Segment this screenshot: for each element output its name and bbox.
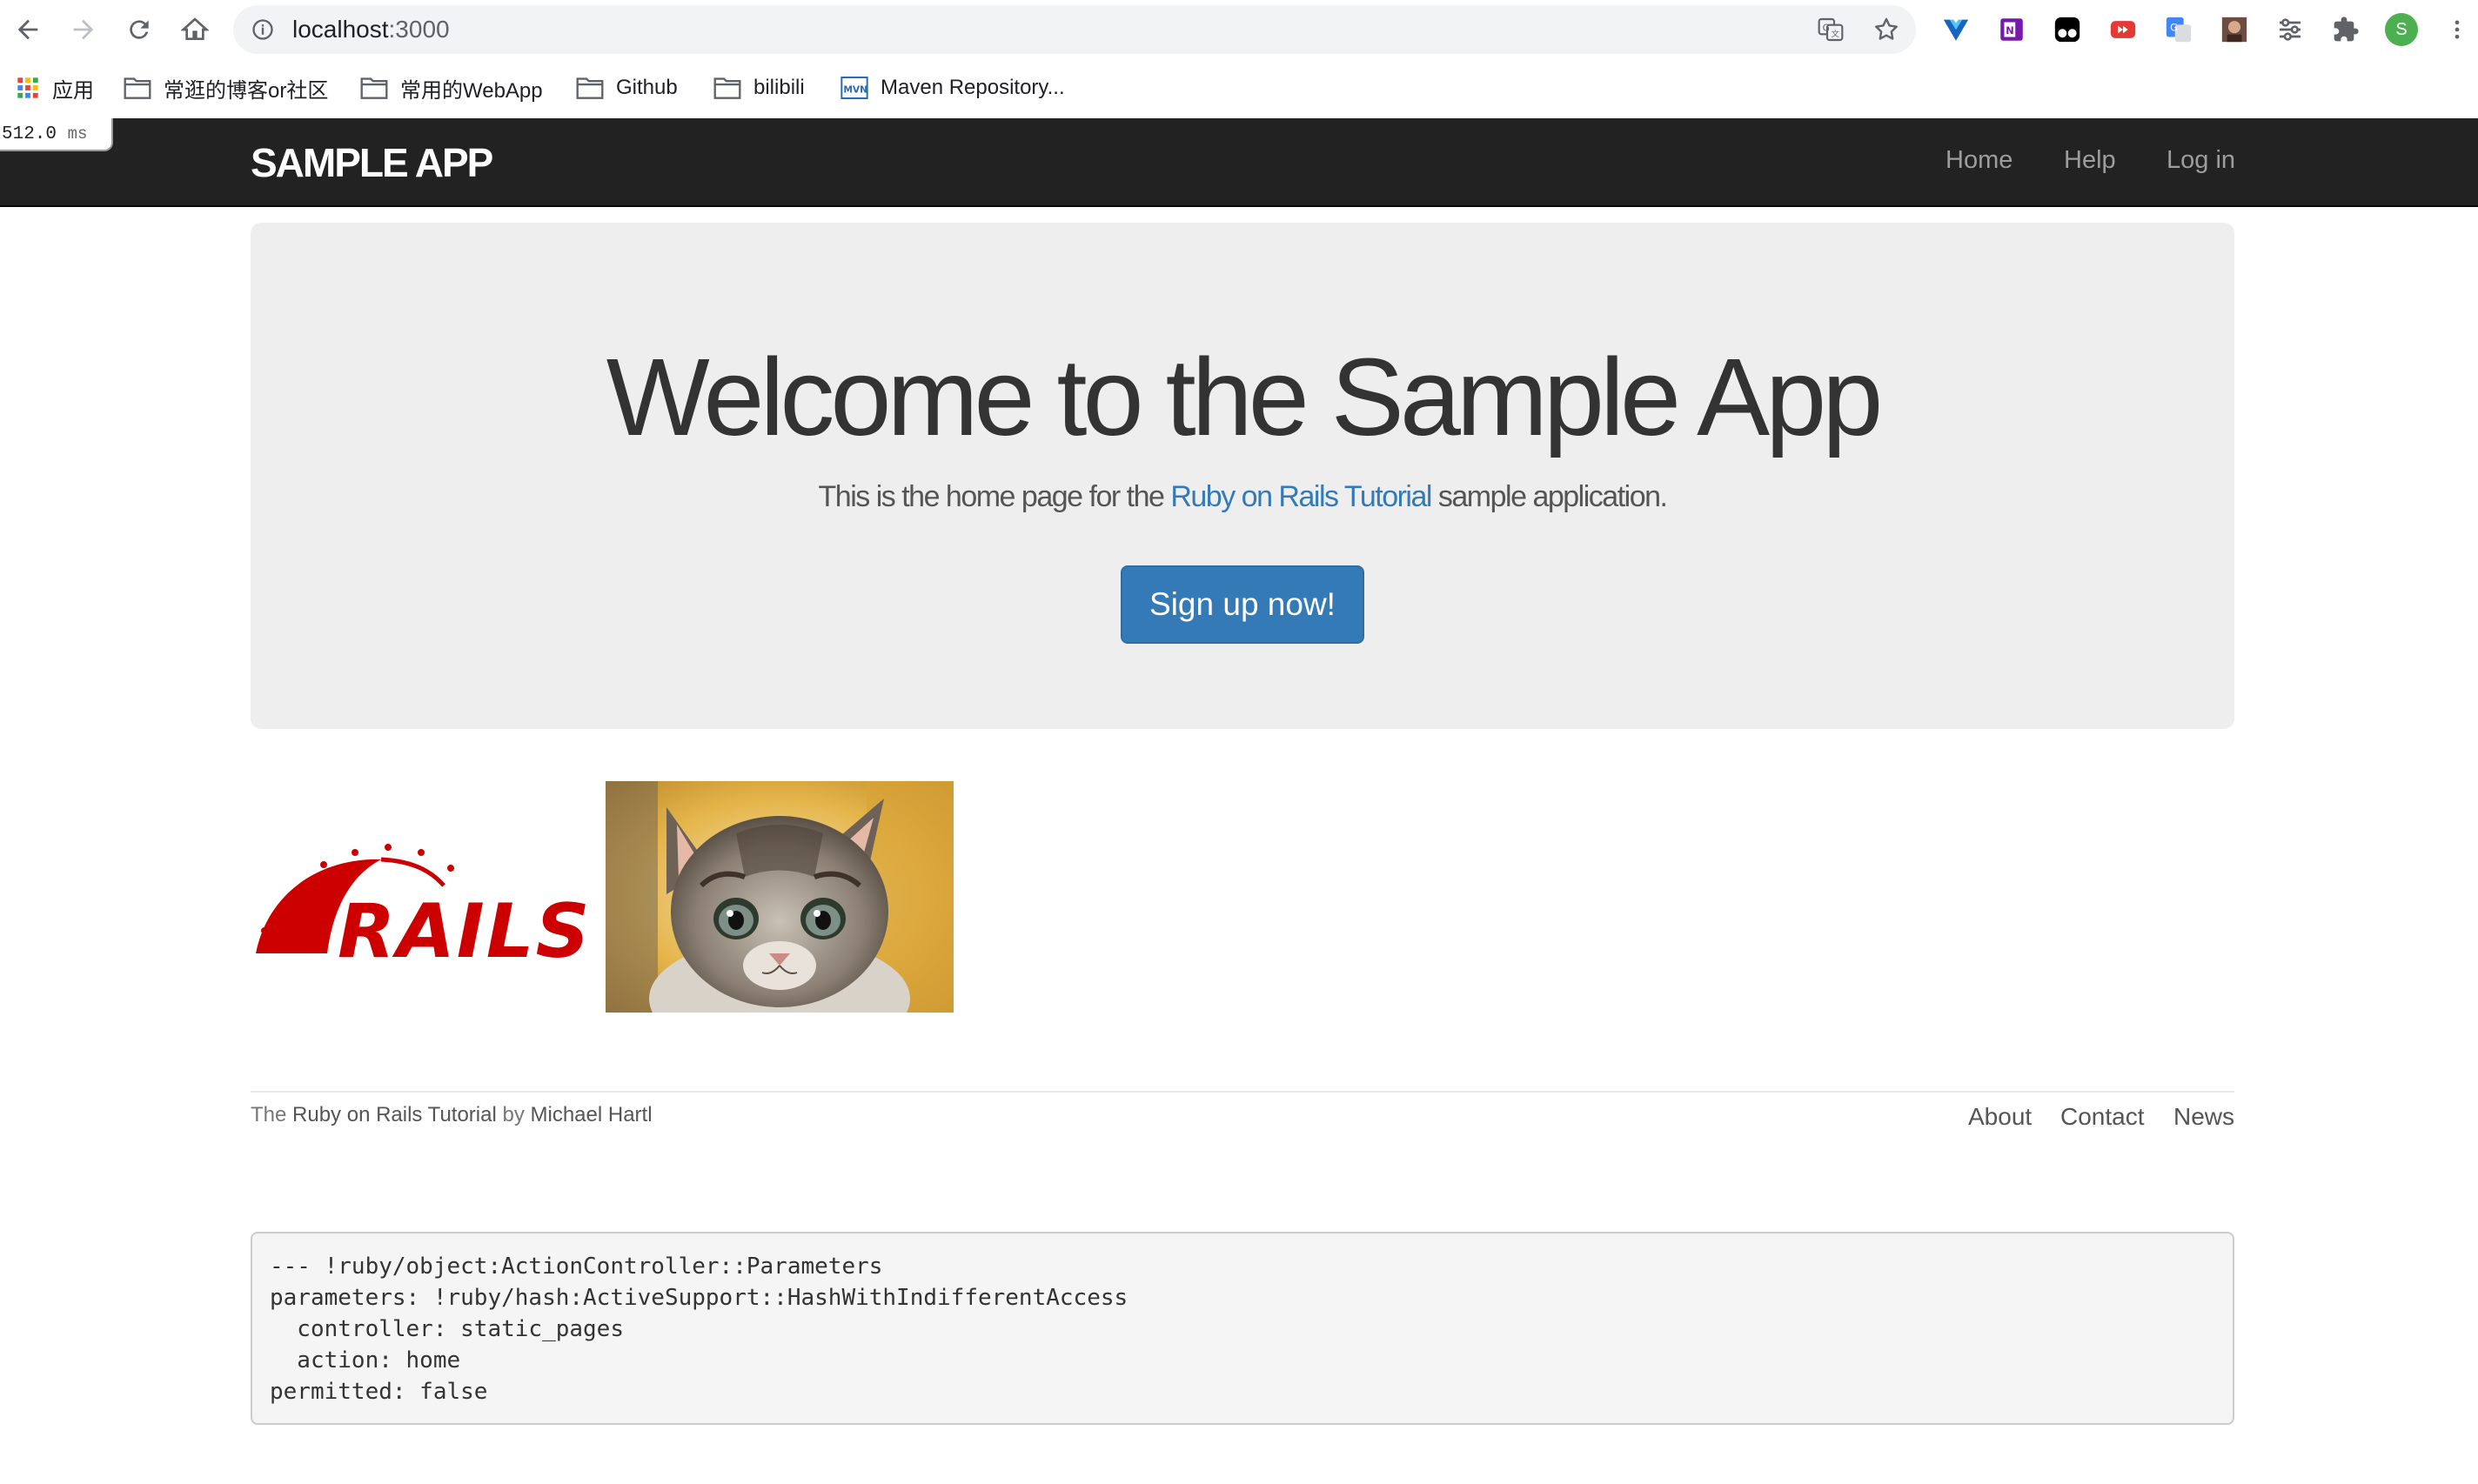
nav-help[interactable]: Help [2064, 146, 2116, 175]
bookmark-label: 应用 [52, 78, 94, 103]
footer-text-the: The [251, 1103, 293, 1126]
folder-icon [360, 77, 388, 99]
page-title: Welcome to the Sample App [606, 336, 1884, 458]
render-timer-badge: 512.0 ms [0, 118, 113, 151]
subtitle-text-after: sample application. [1430, 480, 1668, 513]
svg-text:N: N [2006, 24, 2013, 37]
url-host: localhost [292, 16, 389, 43]
svg-text:文: 文 [1832, 29, 1839, 39]
apps-grid-icon [16, 76, 40, 100]
maven-icon: MVN [841, 76, 868, 100]
bookmark-folder-github[interactable]: Github [576, 73, 678, 103]
debug-line: controller: static_pages [270, 1316, 624, 1342]
onenote-extension-icon[interactable]: N [1994, 12, 2029, 47]
google-translate-extension-icon[interactable]: G [2161, 12, 2196, 47]
svg-text:G: G [2170, 21, 2178, 33]
menu-kebab-icon[interactable] [2440, 12, 2475, 47]
bookmark-maven-repository[interactable]: MVN Maven Repository... [841, 73, 1065, 103]
site-info-icon[interactable] [251, 17, 275, 46]
url-text: localhost:3000 [292, 16, 450, 43]
nav-home[interactable]: Home [1946, 146, 2013, 175]
extensions-puzzle-icon[interactable] [2328, 12, 2363, 47]
timer-unit: ms [67, 124, 88, 144]
reload-icon[interactable] [118, 9, 160, 50]
rails-wordmark: RAILS [338, 888, 592, 962]
profile-initial: S [2385, 13, 2418, 46]
debug-line: permitted: false [270, 1379, 488, 1405]
bookmark-folder-webapp[interactable]: 常用的WebApp [360, 73, 543, 103]
app-navbar: SAMPLE APP Home Help Log in [0, 118, 2478, 207]
bookmarks-bar: 应用 常逛的博客or社区 常用的WebApp Github bilibili M… [0, 59, 2478, 117]
bookmark-label: 常用的WebApp [400, 78, 543, 103]
footer-news-link[interactable]: News [2173, 1103, 2234, 1131]
bookmark-label: bilibili [753, 76, 805, 99]
footer-author-link[interactable]: Michael Hartl [531, 1103, 653, 1126]
hero-subtitle: This is the home page for the Ruby on Ra… [251, 480, 2234, 514]
footer-contact-link[interactable]: Contact [2060, 1103, 2145, 1131]
url-port: :3000 [388, 16, 450, 43]
bookmark-label: Maven Repository... [881, 76, 1065, 99]
svg-text:G: G [1823, 22, 1830, 33]
footer-about-link[interactable]: About [1968, 1103, 2032, 1131]
back-arrow-icon[interactable] [7, 9, 49, 50]
app-logo[interactable]: SAMPLE APP [251, 139, 493, 186]
footer-credits: The Ruby on Rails Tutorial by Michael Ha… [251, 1103, 653, 1127]
jumbotron: Welcome to the Sample App This is the ho… [251, 223, 2234, 729]
translate-icon[interactable]: G文 [1817, 16, 1845, 48]
bookmark-label: Github [616, 76, 678, 99]
avatar-extension-icon[interactable] [2217, 12, 2252, 47]
vue-devtools-extension-icon[interactable] [1939, 12, 1973, 47]
kitten-image[interactable] [606, 781, 954, 1013]
debug-line: action: home [270, 1347, 461, 1374]
footer-divider [251, 1091, 2234, 1093]
debug-line: --- !ruby/object:ActionController::Param… [270, 1253, 883, 1280]
bookmark-star-icon[interactable] [1872, 16, 1900, 48]
folder-icon [576, 77, 604, 99]
bookmark-folder-bilibili[interactable]: bilibili [713, 73, 805, 103]
profile-avatar[interactable]: S [2384, 12, 2419, 47]
footer-text-by: by [496, 1103, 531, 1126]
sliders-extension-icon[interactable] [2273, 12, 2307, 47]
folder-icon [124, 77, 151, 99]
footer-tutorial-link[interactable]: Ruby on Rails Tutorial [292, 1103, 497, 1126]
video-speed-extension-icon[interactable] [2106, 12, 2140, 47]
svg-text:MVN: MVN [843, 84, 867, 95]
debug-line: parameters: !ruby/hash:ActiveSupport::Ha… [270, 1285, 1128, 1311]
browser-toolbar: localhost:3000 G文 N G S [0, 0, 2478, 59]
home-icon[interactable] [174, 9, 216, 50]
rails-logo-image[interactable]: RAILS [251, 832, 599, 975]
tampermonkey-extension-icon[interactable] [2050, 12, 2085, 47]
bookmark-label: 常逛的博客or社区 [164, 78, 329, 103]
forward-arrow-icon[interactable] [63, 9, 104, 50]
rails-tutorial-link[interactable]: Ruby on Rails Tutorial [1170, 480, 1432, 513]
nav-login[interactable]: Log in [2167, 146, 2235, 175]
subtitle-text-before: This is the home page for the [818, 480, 1171, 513]
bookmark-folder-blogs[interactable]: 常逛的博客or社区 [124, 73, 328, 103]
address-bar[interactable]: localhost:3000 G文 [233, 5, 1916, 54]
debug-params-block: --- !ruby/object:ActionController::Param… [251, 1232, 2234, 1425]
signup-button[interactable]: Sign up now! [1121, 565, 1364, 644]
folder-icon [713, 77, 741, 99]
timer-value: 512.0 [2, 124, 57, 144]
bookmark-apps[interactable]: 应用 [16, 73, 94, 103]
